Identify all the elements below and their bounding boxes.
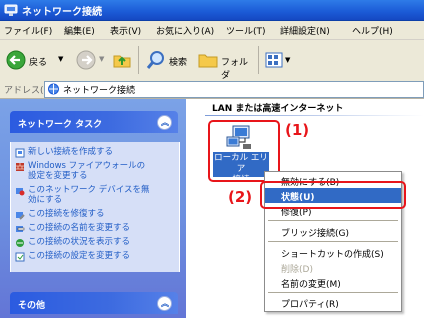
menu-view[interactable]: 表示(V) <box>110 24 141 37</box>
rename-icon <box>16 226 25 232</box>
task-label: この接続を修復する <box>28 209 105 219</box>
menu-item-properties[interactable]: プロパティ(R) <box>265 295 401 310</box>
folders-icon <box>198 54 218 68</box>
menu-bar: ファイル(F) 編集(E) 表示(V) お気に入り(A) ツール(T) 詳細設定… <box>0 21 424 40</box>
menu-item-create-shortcut[interactable]: ショートカットの作成(S) <box>265 245 401 260</box>
forward-arrow-icon[interactable] <box>76 50 96 70</box>
views-icon <box>265 52 283 68</box>
task-label: この接続の設定を変更する <box>28 251 131 261</box>
network-connections-icon <box>4 4 18 16</box>
section-title: LAN または高速インターネット <box>212 104 344 114</box>
views-dropdown-icon: ▼ <box>285 56 291 64</box>
new-connection-icon <box>15 148 25 158</box>
task-firewall-settings[interactable]: Windows ファイアウォールの 設定を変更する <box>13 161 177 183</box>
menu-separator <box>268 220 398 221</box>
address-value: ネットワーク接続 <box>63 86 136 96</box>
up-folder-icon[interactable] <box>112 50 132 70</box>
section-divider <box>205 115 424 116</box>
menu-separator <box>268 241 398 242</box>
menu-file[interactable]: ファイル(F) <box>4 24 52 37</box>
network-tasks-list: 新しい接続を作成する Windows ファイアウォールの 設定を変更する このネ… <box>10 142 180 272</box>
back-label: 戻る <box>29 58 48 68</box>
highlight-box-status <box>260 181 406 209</box>
toolbar-separator <box>258 46 259 74</box>
menu-item-delete: 削除(D) <box>281 265 313 275</box>
folders-button[interactable]: フォルダ <box>198 50 254 81</box>
callout-1: (1) <box>285 121 310 139</box>
window-title: ネットワーク接続 <box>22 7 102 18</box>
folders-label: フォルダ <box>221 58 249 81</box>
views-button[interactable]: ▼ <box>264 50 294 72</box>
repair-icon <box>16 212 25 220</box>
address-bar: アドレス(D) ネットワーク接続 <box>0 80 424 99</box>
settings-icon <box>15 252 25 262</box>
network-tasks-title: ネットワーク タスク <box>18 120 103 130</box>
toolbar: 戻る ▼ ▼ 検索 フォルダ ▼ <box>0 40 424 81</box>
other-places-title: その他 <box>18 301 46 311</box>
task-disable-device[interactable]: このネットワーク デバイスを無 効にする <box>13 185 177 207</box>
task-label: 効にする <box>28 195 63 205</box>
menu-item-bridge[interactable]: ブリッジ接続(G) <box>265 224 401 239</box>
network-folder-icon <box>48 83 59 95</box>
callout-2: (2) <box>228 188 253 206</box>
back-dropdown-icon[interactable]: ▼ <box>58 55 63 63</box>
address-field[interactable]: ネットワーク接続 <box>44 81 424 98</box>
firewall-icon <box>16 163 24 171</box>
menu-separator <box>268 292 398 293</box>
task-label: Windows ファイアウォールの <box>28 161 146 171</box>
task-label: この接続の状況を表示する <box>28 237 131 247</box>
other-places-header[interactable]: その他 ︽ <box>10 292 178 314</box>
collapse-chevron-icon[interactable]: ︽ <box>157 115 172 130</box>
back-arrow-icon <box>6 50 26 70</box>
menu-favorites[interactable]: お気に入り(A) <box>156 24 214 37</box>
search-button[interactable]: 検索 <box>146 50 194 72</box>
search-icon <box>146 51 164 69</box>
task-label: 設定を変更する <box>28 171 88 181</box>
menu-item-rename[interactable]: 名前の変更(M) <box>265 275 401 290</box>
toolbar-separator <box>138 46 139 74</box>
title-bar: ネットワーク接続 <box>0 0 424 21</box>
collapse-chevron-icon[interactable]: ︽ <box>157 296 172 311</box>
menu-tools[interactable]: ツール(T) <box>226 24 266 37</box>
disable-device-icon <box>16 188 25 196</box>
task-label: このネットワーク デバイスを無 <box>28 185 150 195</box>
menu-edit[interactable]: 編集(E) <box>64 24 95 37</box>
menu-advanced[interactable]: 詳細設定(N) <box>280 24 330 37</box>
back-button[interactable]: 戻る ▼ <box>6 50 68 72</box>
network-tasks-header[interactable]: ネットワーク タスク ︽ <box>10 111 178 133</box>
forward-dropdown-icon[interactable]: ▼ <box>99 55 104 63</box>
menu-help[interactable]: ヘルプ(H) <box>352 24 393 37</box>
task-label: 新しい接続を作成する <box>28 147 114 157</box>
search-label: 検索 <box>169 58 188 68</box>
status-icon <box>16 239 24 247</box>
task-label: この接続の名前を変更する <box>28 223 131 233</box>
